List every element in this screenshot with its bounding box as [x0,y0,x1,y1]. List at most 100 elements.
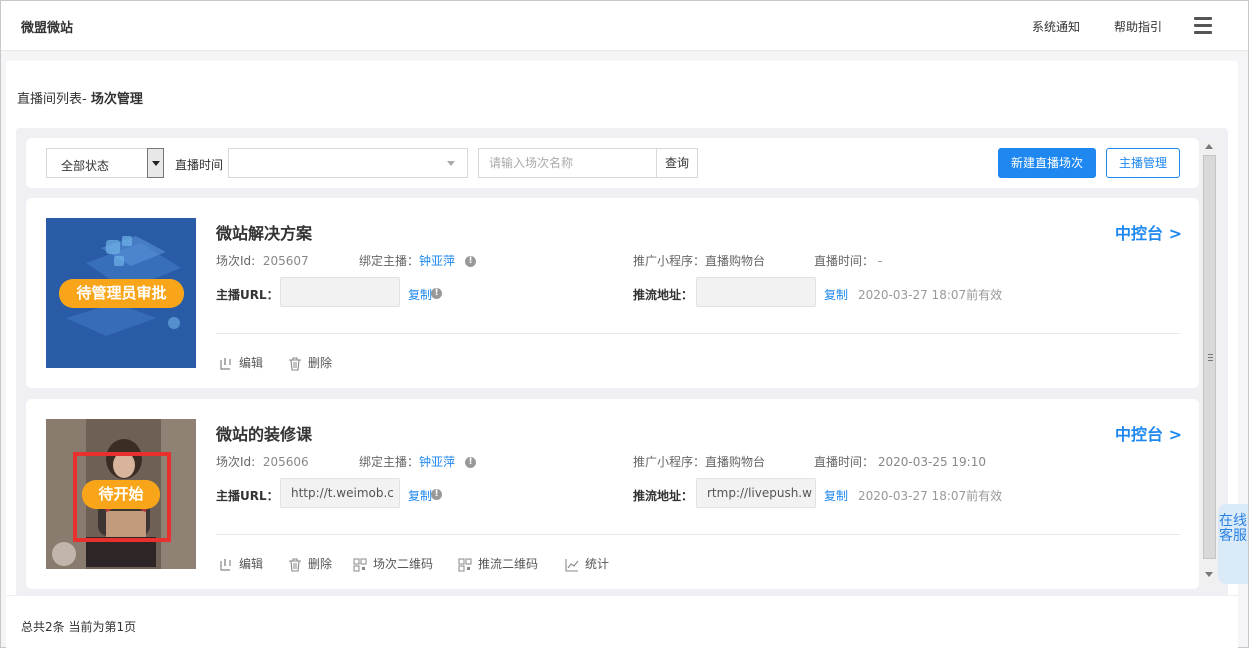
qrcode-icon [458,558,472,571]
mini-program-label: 推广小程序： [633,455,706,469]
info-icon[interactable]: ! [465,457,477,468]
bound-anchor-label: 绑定主播： [359,254,420,268]
info-icon[interactable]: ! [431,288,442,299]
delete-label: 删除 [308,557,333,571]
line-chart-icon [565,558,579,572]
status-badge: 待开始 [82,480,160,509]
delete-label: 删除 [308,356,333,370]
scroll-up-arrow-icon[interactable] [1205,144,1213,149]
brand-title: 微盟微站 [21,21,74,36]
bound-anchor: 绑定主播：钟亚萍! [359,252,477,269]
push-url-field[interactable]: rtmp://livepush.w [696,478,816,508]
session-qrcode-action[interactable]: 场次二维码 [353,555,433,572]
query-button[interactable]: 查询 [656,148,698,178]
live-time-field-label: 直播时间： [814,455,875,469]
push-url-label: 推流地址： [633,288,694,302]
valid-until-text: 2020-03-27 18:07前有效 [858,288,1003,302]
mini-program: 推广小程序：直播购物台 [633,453,765,470]
status-select-value: 全部状态 [61,159,110,173]
session-id-label: 场次Id: [216,455,256,469]
delete-action[interactable]: 删除 [288,354,332,371]
filter-bar: 全部状态 直播时间 查询 新建直播场次 主播管理 [26,138,1199,188]
edit-label: 编辑 [239,356,264,370]
session-qrcode-label: 场次二维码 [373,557,434,571]
trash-icon [289,356,301,371]
divider [216,534,1180,535]
session-id-value: 205607 [262,254,309,268]
status-select[interactable]: 全部状态 [46,148,164,178]
session-cover-image[interactable]: 待开始 [46,419,196,569]
info-icon[interactable]: ! [431,489,442,500]
mini-program-value: 直播购物台 [705,254,766,268]
session-id-value: 205606 [262,455,309,469]
live-time-picker[interactable] [228,148,468,178]
copy-push-url-link[interactable]: 复制 [824,286,848,303]
mini-program: 推广小程序：直播购物台 [633,252,765,269]
statistics-label: 统计 [585,557,610,571]
scrollbar-thumb[interactable] [1203,155,1216,559]
console-link[interactable]: 中控台 > [1115,220,1182,244]
push-qrcode-action[interactable]: 推流二维码 [458,555,538,572]
breadcrumb-current: 场次管理 [90,92,143,107]
session-id: 场次Id: 205606 [216,453,309,470]
anchor-manage-button[interactable]: 主播管理 [1106,148,1180,178]
qrcode-icon [353,558,367,571]
edit-action[interactable]: 编辑 [219,354,263,371]
session-title: 微站解决方案 [216,224,313,243]
session-name-search-input[interactable] [478,148,657,178]
bound-anchor-label: 绑定主播： [359,455,420,469]
live-time: 直播时间： 2020-03-25 19:10 [814,453,986,470]
hamburger-menu-icon[interactable] [1194,17,1212,35]
list-scrollbar[interactable] [1201,139,1218,583]
edit-label: 编辑 [239,557,264,571]
top-bar: 微盟微站 系统通知 帮助指引 [1,1,1248,51]
session-list-area: 全部状态 直播时间 查询 新建直播场次 主播管理 [16,128,1228,598]
copy-anchor-url-link[interactable]: 复制 [408,286,432,303]
live-time-field-label: 直播时间： [814,254,875,268]
pagination-summary: 总共2条 当前为第1页 [21,620,137,634]
anchor-name-link[interactable]: 钟亚萍 [419,455,455,469]
session-card: 待管理员审批 微站解决方案 中控台 > 场次Id: 205607 绑定主播：钟亚… [26,198,1199,388]
chevron-down-icon[interactable] [147,148,164,178]
anchor-url-field[interactable]: http://t.weimob.c [280,478,400,508]
bound-anchor: 绑定主播：钟亚萍! [359,453,477,470]
system-notice-link[interactable]: 系统通知 [1032,18,1080,35]
help-guide-link[interactable]: 帮助指引 [1114,18,1162,35]
push-url-field[interactable] [696,277,816,307]
breadcrumb-parent[interactable]: 直播间列表- [17,92,91,107]
anchor-url-label: 主播URL： [216,489,279,503]
session-title: 微站的装修课 [216,425,313,444]
copy-anchor-url-link[interactable]: 复制 [408,487,432,504]
status-badge: 待管理员审批 [59,279,184,308]
valid-until-text: 2020-03-27 18:07前有效 [858,489,1003,503]
session-card: 待开始 微站的装修课 中控台 > 场次Id: 205606 绑定主播：钟亚萍! … [26,399,1199,589]
push-qrcode-label: 推流二维码 [478,557,539,571]
scroll-down-arrow-icon[interactable] [1205,572,1213,577]
grip-icon [1208,354,1213,361]
statistics-action[interactable]: 统计 [565,555,609,572]
edit-icon [220,357,231,370]
edit-icon [220,558,231,571]
new-live-session-button[interactable]: 新建直播场次 [998,148,1096,178]
live-time-value: 2020-03-25 19:10 [877,455,986,469]
pagination-footer: 总共2条 当前为第1页 [6,595,1238,648]
anchor-url-field[interactable] [280,277,400,307]
live-time-label: 直播时间 [175,158,224,172]
trash-icon [289,557,301,572]
info-icon[interactable]: ! [465,256,477,267]
session-id: 场次Id: 205607 [216,252,309,269]
live-time-value: - [877,254,883,268]
edit-action[interactable]: 编辑 [219,555,263,572]
anchor-url-label: 主播URL： [216,288,279,302]
session-cover-image[interactable]: 待管理员审批 [46,218,196,368]
session-id-label: 场次Id: [216,254,256,268]
divider [216,333,1180,334]
delete-action[interactable]: 删除 [288,555,332,572]
console-link[interactable]: 中控台 > [1115,421,1182,445]
mini-program-label: 推广小程序： [633,254,706,268]
live-time: 直播时间： - [814,252,882,269]
copy-push-url-link[interactable]: 复制 [824,487,848,504]
push-url-label: 推流地址： [633,489,694,503]
online-service-tab[interactable]: 在线客服 [1218,504,1248,584]
anchor-name-link[interactable]: 钟亚萍 [419,254,455,268]
